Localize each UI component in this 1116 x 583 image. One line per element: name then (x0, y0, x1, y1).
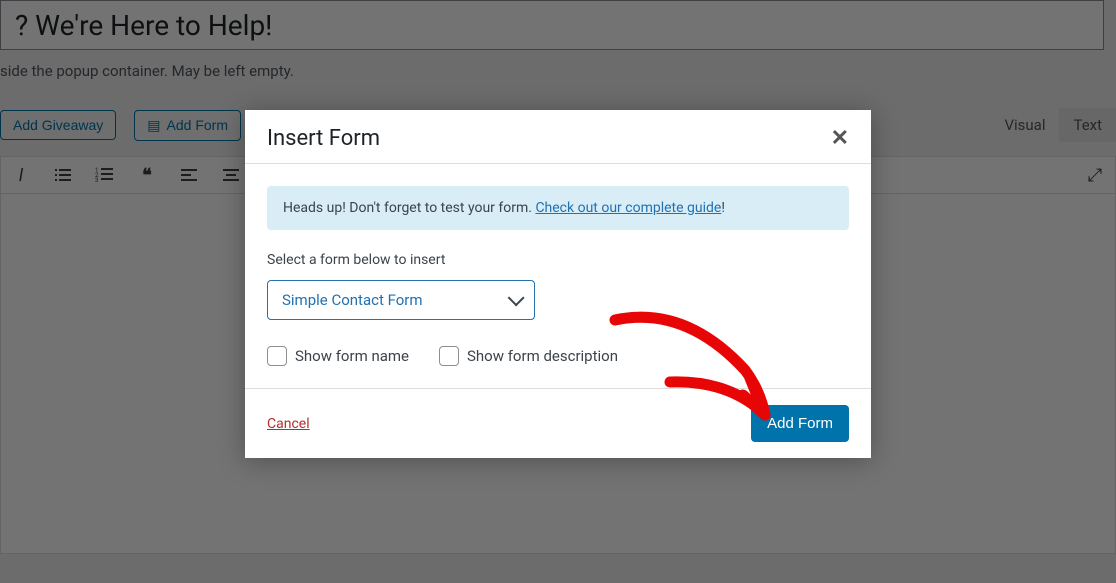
show-desc-label: Show form description (467, 347, 618, 365)
modal-title: Insert Form (267, 126, 380, 151)
add-form-submit-button[interactable]: Add Form (751, 405, 849, 442)
close-icon[interactable]: ✕ (831, 126, 849, 151)
notice-suffix: ! (721, 200, 725, 216)
chevron-down-icon (508, 289, 525, 306)
checkbox-row: Show form name Show form description (267, 346, 849, 366)
modal-overlay: Insert Form ✕ Heads up! Don't forget to … (0, 0, 1116, 583)
select-label: Select a form below to insert (267, 252, 849, 268)
modal-header: Insert Form ✕ (245, 110, 871, 164)
show-desc-checkbox[interactable] (439, 346, 459, 366)
cancel-button[interactable]: Cancel (267, 416, 310, 432)
insert-form-modal: Insert Form ✕ Heads up! Don't forget to … (245, 110, 871, 458)
form-select-value: Simple Contact Form (282, 291, 423, 309)
show-name-checkbox[interactable] (267, 346, 287, 366)
form-select[interactable]: Simple Contact Form (267, 280, 535, 320)
notice-link[interactable]: Check out our complete guide (535, 200, 721, 216)
notice-banner: Heads up! Don't forget to test your form… (267, 186, 849, 230)
notice-prefix: Heads up! Don't forget to test your form… (283, 200, 535, 216)
show-name-label: Show form name (295, 347, 409, 365)
modal-body: Heads up! Don't forget to test your form… (245, 164, 871, 388)
show-desc-item[interactable]: Show form description (439, 346, 618, 366)
modal-footer: Cancel Add Form (245, 388, 871, 458)
show-name-item[interactable]: Show form name (267, 346, 409, 366)
